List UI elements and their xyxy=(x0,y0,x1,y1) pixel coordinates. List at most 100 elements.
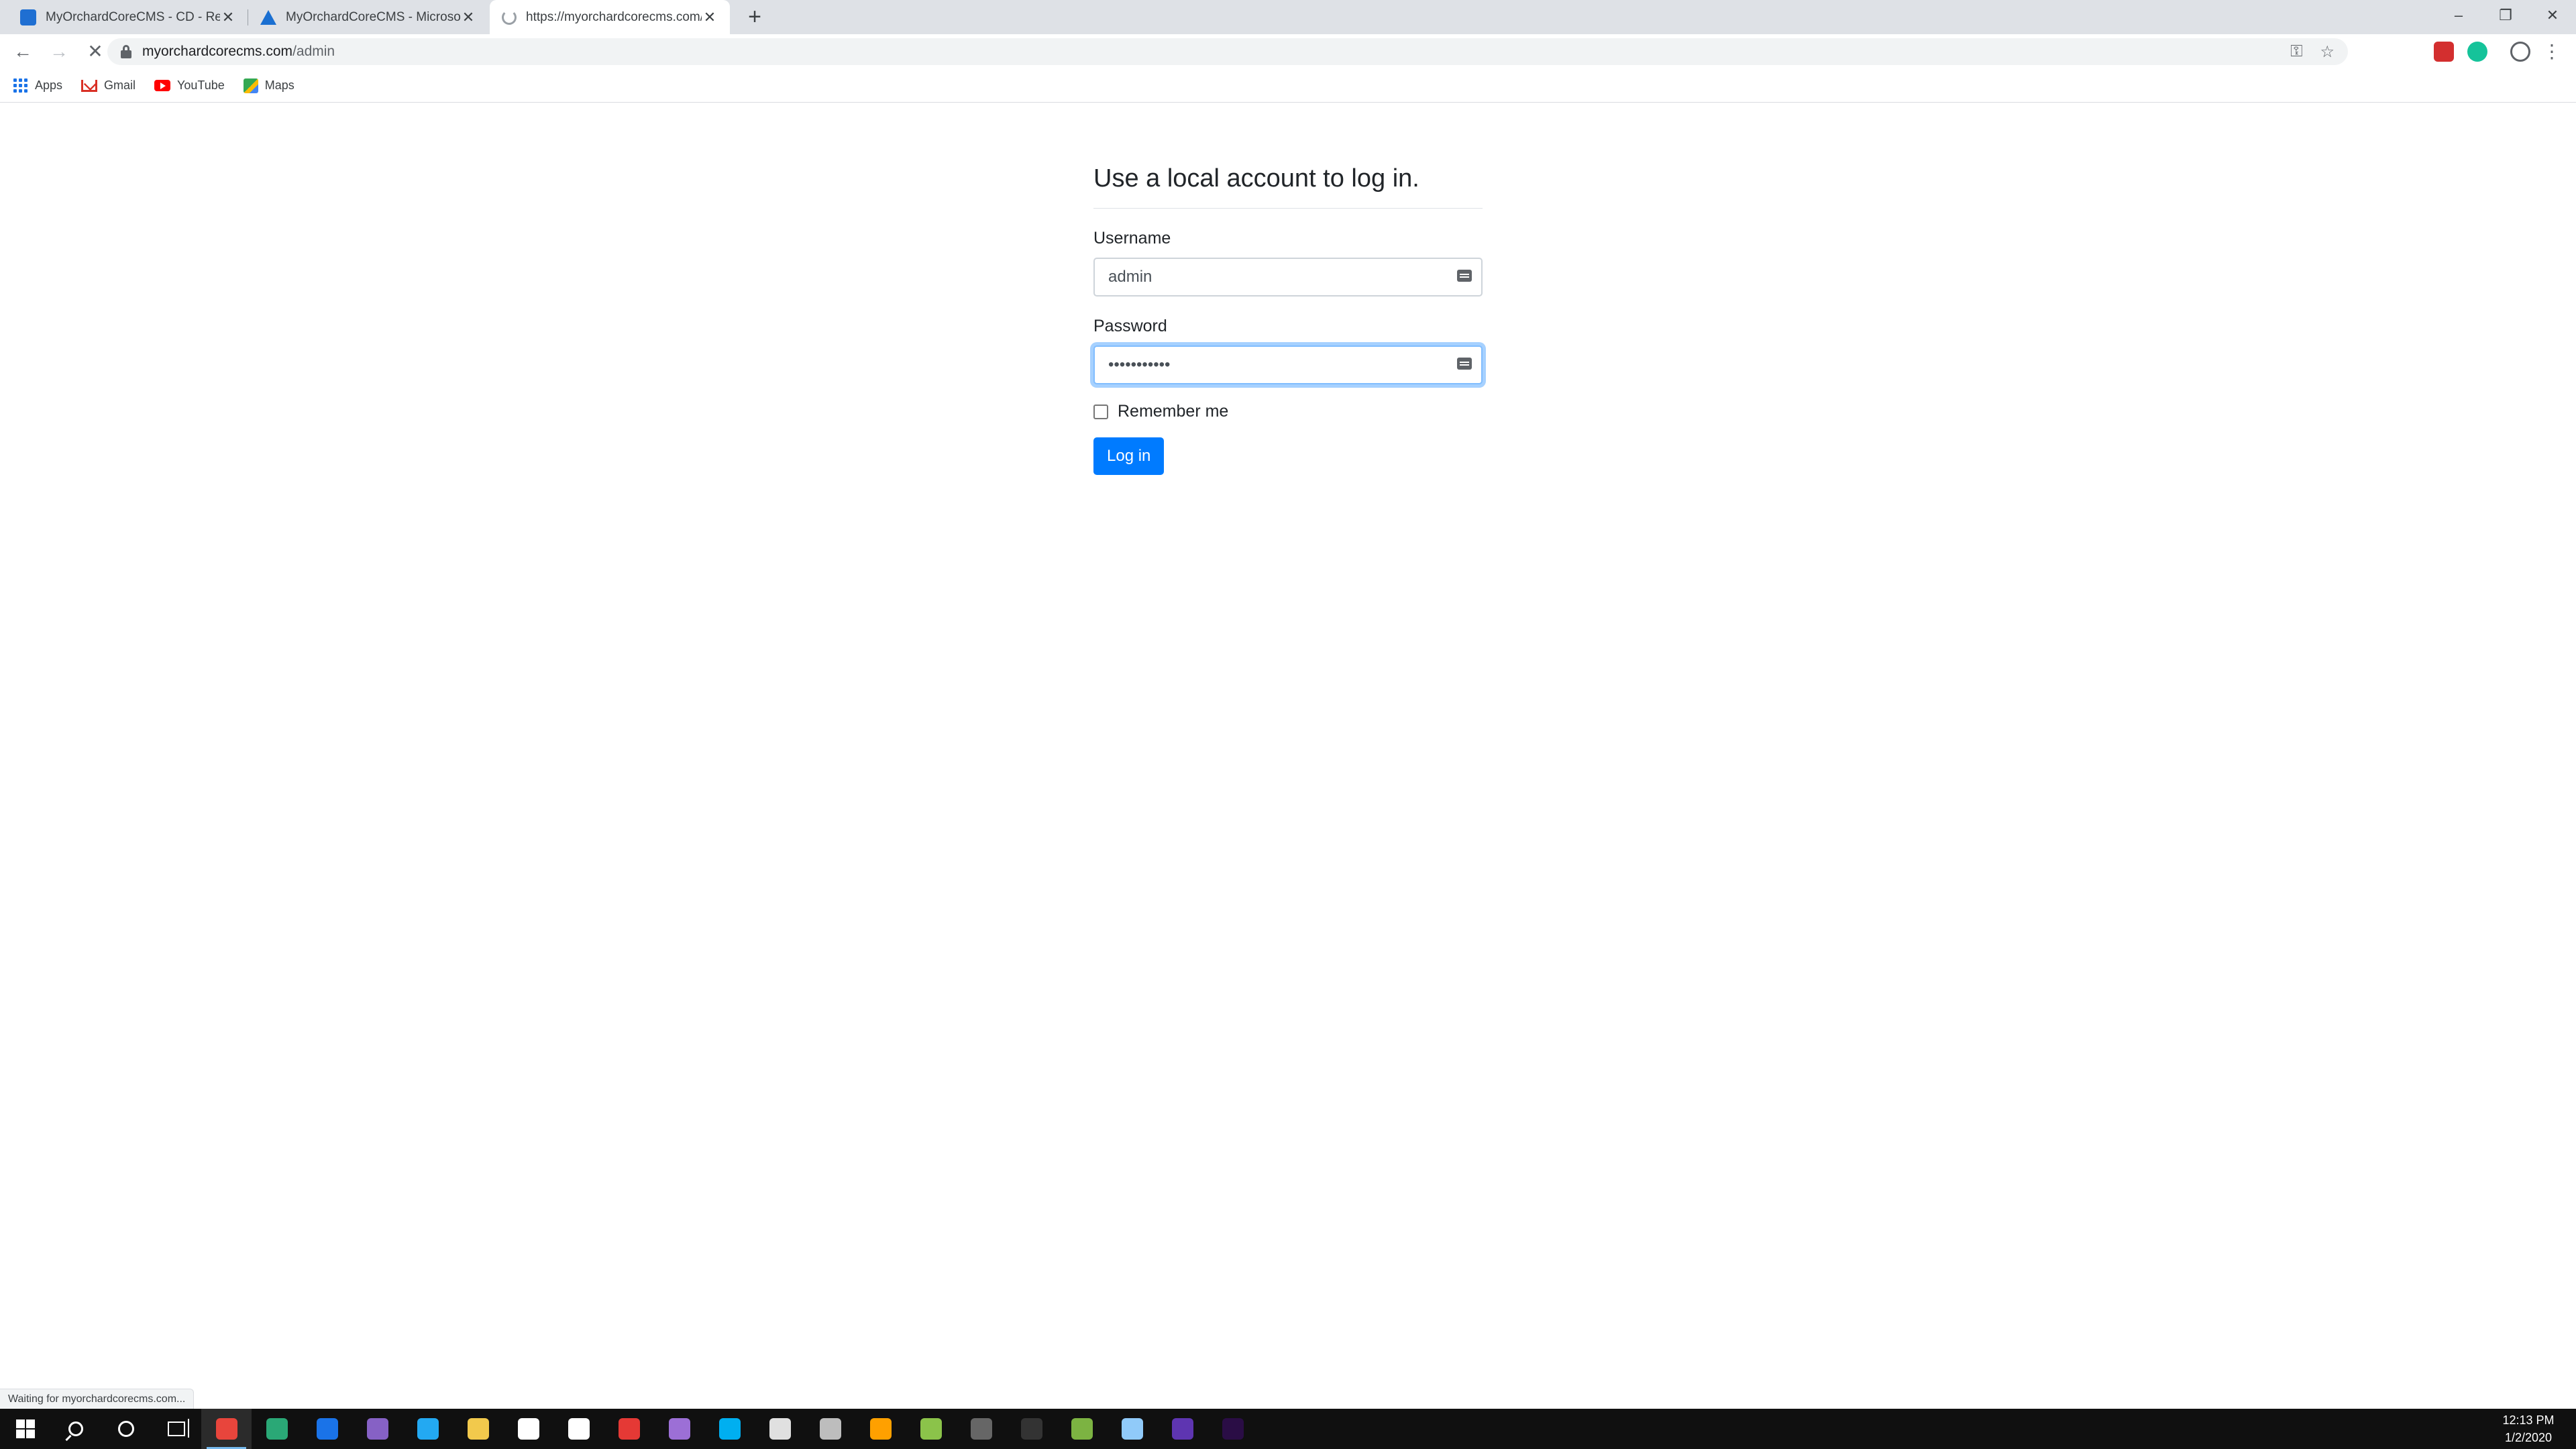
youtube-icon xyxy=(154,80,171,91)
bookmark-label: Apps xyxy=(35,78,63,92)
task-view-button[interactable] xyxy=(151,1409,201,1449)
apps-grid-icon xyxy=(13,78,28,93)
taskbar-app-app-purple[interactable] xyxy=(1157,1409,1208,1449)
taskbar-app-terminal[interactable] xyxy=(1006,1409,1057,1449)
profile-avatar-icon[interactable] xyxy=(2510,42,2530,62)
premiere-pro-icon xyxy=(1222,1418,1244,1440)
window-close-button[interactable]: ✕ xyxy=(2529,0,2576,30)
login-button[interactable]: Log in xyxy=(1093,437,1165,475)
taskbar-app-app-dark[interactable] xyxy=(956,1409,1006,1449)
app-green-icon xyxy=(1071,1418,1093,1440)
bookmark-maps[interactable]: Maps xyxy=(243,78,294,93)
taskbar-app-visual-studio[interactable] xyxy=(352,1409,402,1449)
grammarly-icon[interactable] xyxy=(2467,42,2487,62)
remember-me-checkbox[interactable] xyxy=(1093,404,1108,419)
minimize-button[interactable]: – xyxy=(2435,0,2482,30)
slack-icon xyxy=(769,1418,791,1440)
username-input[interactable] xyxy=(1093,258,1483,297)
taskbar-app-app-green[interactable] xyxy=(1057,1409,1107,1449)
edge-dev-icon xyxy=(266,1418,288,1440)
taskbar-app-github[interactable] xyxy=(654,1409,704,1449)
username-label: Username xyxy=(1093,229,1171,248)
taskbar-app-edge-dev[interactable] xyxy=(252,1409,302,1449)
url-host: myorchardcorecms.com xyxy=(142,44,293,59)
app-purple-icon xyxy=(1171,1418,1193,1440)
tab-active-site[interactable]: https://myorchardcorecms.com/a ✕ xyxy=(490,0,730,34)
taskbar-app-app-fruit[interactable] xyxy=(906,1409,956,1449)
taskbar-pinned-apps xyxy=(201,1409,1258,1449)
key-icon[interactable]: ⚿ xyxy=(2290,42,2302,61)
tab-release[interactable]: MyOrchardCoreCMS - CD - Rele ✕ xyxy=(8,0,248,34)
taskbar-app-store[interactable] xyxy=(503,1409,553,1449)
taskbar-app-file-explorer[interactable] xyxy=(453,1409,503,1449)
visual-studio-icon xyxy=(366,1418,388,1440)
chrome-icon xyxy=(215,1418,237,1440)
windows-logo-icon xyxy=(15,1419,35,1438)
clock-time: 12:13 PM xyxy=(2502,1413,2555,1427)
taskbar-search-button[interactable] xyxy=(50,1409,101,1449)
page-title: Use a local account to log in. xyxy=(1093,164,1483,209)
terminal-icon xyxy=(1020,1418,1042,1440)
extension-red-icon[interactable] xyxy=(2434,42,2454,62)
url-path: /admin xyxy=(292,44,335,59)
star-icon[interactable]: ☆ xyxy=(2320,42,2334,62)
taskbar-app-mail[interactable] xyxy=(553,1409,604,1449)
start-button[interactable] xyxy=(0,1409,50,1449)
taskbar-app-chrome[interactable] xyxy=(201,1409,252,1449)
azure-devops-icon xyxy=(20,9,36,25)
taskbar-app-edge[interactable] xyxy=(302,1409,352,1449)
taskbar-app-premiere-pro[interactable] xyxy=(1208,1409,1258,1449)
vscode-icon xyxy=(417,1418,439,1440)
password-label: Password xyxy=(1093,317,1167,335)
login-form: Use a local account to log in. Username … xyxy=(1093,164,1483,475)
bookmark-youtube[interactable]: YouTube xyxy=(154,78,225,93)
cortana-button[interactable] xyxy=(101,1409,151,1449)
taskbar-app-slack[interactable] xyxy=(755,1409,805,1449)
close-icon[interactable]: ✕ xyxy=(220,9,236,26)
clock-date: 1/2/2020 xyxy=(2504,1431,2553,1444)
bookmark-label: YouTube xyxy=(177,78,225,92)
lock-icon[interactable] xyxy=(121,45,131,58)
taskbar-app-vscode[interactable] xyxy=(402,1409,453,1449)
bookmark-gmail[interactable]: Gmail xyxy=(81,78,136,93)
app-red-icon xyxy=(618,1418,640,1440)
taskbar-app-app-red[interactable] xyxy=(604,1409,654,1449)
system-clock[interactable]: 12:13 PM 1/2/2020 xyxy=(2491,1409,2565,1449)
tab-title: MyOrchardCoreCMS - Microsoft xyxy=(286,9,460,24)
password-field-wrap xyxy=(1093,345,1483,384)
taskbar-app-app-orange[interactable] xyxy=(855,1409,906,1449)
app-blue-icon xyxy=(1121,1418,1143,1440)
address-bar[interactable]: myorchardcorecms.com/admin ⚿ ☆ xyxy=(107,38,2348,65)
close-icon[interactable]: ✕ xyxy=(702,9,718,26)
password-input[interactable] xyxy=(1093,345,1483,384)
browser-toolbar: ← → ✕ myorchardcorecms.com/admin ⚿ ☆ xyxy=(0,34,2576,69)
autofill-icon[interactable] xyxy=(1457,358,1472,370)
search-icon xyxy=(68,1421,83,1436)
tab-strip: MyOrchardCoreCMS - CD - Rele ✕ MyOrchard… xyxy=(0,0,2576,34)
remember-me-label[interactable]: Remember me xyxy=(1118,402,1228,421)
azure-icon xyxy=(260,9,276,25)
loading-spinner-icon xyxy=(502,9,517,25)
app-orange-icon xyxy=(869,1418,892,1440)
taskbar-app-app-clock[interactable] xyxy=(805,1409,855,1449)
mail-icon xyxy=(568,1418,590,1440)
tab-azure[interactable]: MyOrchardCoreCMS - Microsoft ✕ xyxy=(248,0,488,34)
taskbar xyxy=(0,1409,2576,1449)
remember-me-row: Remember me xyxy=(1093,402,1483,421)
cortana-icon xyxy=(117,1421,134,1437)
close-icon[interactable]: ✕ xyxy=(460,9,476,26)
new-tab-button[interactable]: + xyxy=(741,4,768,31)
task-view-icon xyxy=(167,1419,189,1438)
browser-menu-icon[interactable]: ⋮ xyxy=(2542,40,2561,62)
taskbar-app-app-blue[interactable] xyxy=(1107,1409,1157,1449)
back-button[interactable]: ← xyxy=(9,38,36,65)
restore-button[interactable]: ❐ xyxy=(2482,0,2529,30)
github-icon xyxy=(668,1418,690,1440)
app-fruit-icon xyxy=(920,1418,942,1440)
bookmark-apps[interactable]: Apps xyxy=(13,78,62,93)
edge-icon xyxy=(316,1418,338,1440)
forward-button[interactable]: → xyxy=(46,38,72,65)
stop-loading-button[interactable]: ✕ xyxy=(82,38,109,65)
taskbar-app-skype[interactable] xyxy=(704,1409,755,1449)
autofill-icon[interactable] xyxy=(1457,270,1472,282)
